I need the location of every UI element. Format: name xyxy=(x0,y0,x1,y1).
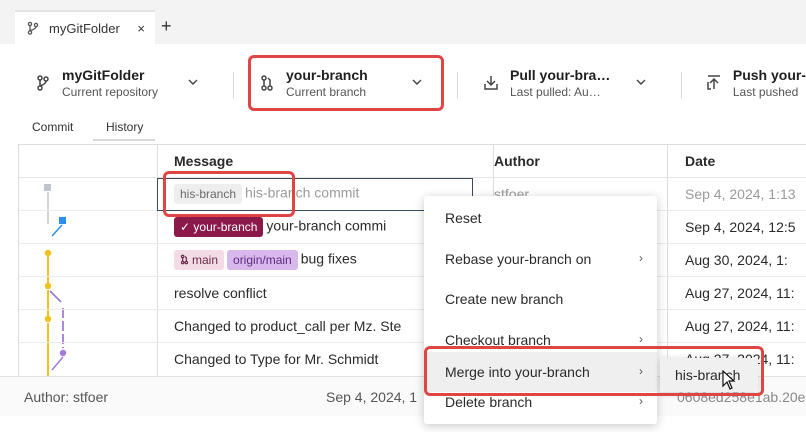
date-cell: Aug 27, 2024, 11: xyxy=(685,285,795,301)
date-cell: Sep 4, 2024, 1:13 xyxy=(685,186,796,202)
tab-history[interactable]: History xyxy=(93,120,155,141)
menu-item-rebase[interactable]: Rebase your-branch on › xyxy=(424,239,657,279)
toolbar-divider xyxy=(681,72,682,98)
commit-message: bug fixes xyxy=(300,250,357,267)
toolbar-divider xyxy=(457,72,458,98)
chevron-right-icon: › xyxy=(639,251,643,265)
merge-highlight xyxy=(424,346,764,396)
push-title: Push your- xyxy=(732,67,806,83)
chevron-down-icon xyxy=(636,74,646,89)
commit-message: Changed to Type for Mr. Schmidt xyxy=(174,351,379,367)
column-header-message[interactable]: Message xyxy=(174,153,233,169)
menu-item-create-branch[interactable]: Create new branch xyxy=(424,279,657,319)
toolbar: myGitFolder Current repository your-bran… xyxy=(0,44,806,118)
menu-item-reset[interactable]: Reset xyxy=(424,198,657,238)
table-header: Message Author Date xyxy=(19,145,806,178)
column-header-author[interactable]: Author xyxy=(494,153,540,169)
tag-main[interactable]: main xyxy=(174,250,225,270)
tab-commit[interactable]: Commit xyxy=(32,120,73,134)
bottom-strip xyxy=(0,416,806,432)
date-cell: Sep 4, 2024, 12:5 xyxy=(685,219,796,235)
commit-message: your-branch commi xyxy=(266,217,387,234)
commit-date: Sep 4, 2024, 1 xyxy=(326,389,418,405)
git-branch-icon xyxy=(34,73,52,93)
close-icon[interactable]: × xyxy=(137,21,145,36)
toolbar-divider xyxy=(233,72,234,98)
tag-main-label: main xyxy=(192,253,219,267)
git-branch-icon xyxy=(27,21,41,35)
chevron-right-icon: › xyxy=(639,394,643,408)
commit-message: resolve conflict xyxy=(174,285,267,301)
table-row[interactable]: ✓ your-branch your-branch commi Sep 4, 20… xyxy=(19,211,806,244)
table-row[interactable]: his-branch his-branch commit stfoer Sep 4… xyxy=(19,178,806,211)
table-row[interactable]: resolve conflict Aug 27, 2024, 11: xyxy=(19,277,806,310)
tab-mygitfolder[interactable]: myGitFolder × xyxy=(15,10,155,44)
pull-title: Pull your-bra… xyxy=(510,67,611,83)
tag-origin-main[interactable]: origin/main xyxy=(227,250,298,270)
chevron-right-icon: › xyxy=(639,332,643,346)
push-icon xyxy=(706,73,723,93)
chevron-down-icon xyxy=(188,74,198,89)
commit-author: Author: stfoer xyxy=(24,389,109,405)
pull-icon xyxy=(482,73,500,93)
message-cell: ✓ your-branch your-branch commi xyxy=(174,217,386,237)
push-button[interactable]: Push your- Last pushed xyxy=(706,58,806,108)
push-caption: Last pushed xyxy=(732,85,799,99)
new-tab-button[interactable]: + xyxy=(161,17,172,35)
repository-caption: Current repository xyxy=(62,85,159,99)
menu-item-label: Delete branch xyxy=(445,394,533,410)
pull-button[interactable]: Pull your-bra… Last pulled: Au… xyxy=(482,58,657,108)
branch-selector-highlight xyxy=(248,55,444,111)
view-tabs: Commit History xyxy=(0,118,806,144)
tag-your-branch[interactable]: ✓ your-branch xyxy=(174,217,264,237)
tab-strip: myGitFolder × + xyxy=(0,0,806,44)
menu-item-label: Reset xyxy=(445,210,482,226)
column-header-date[interactable]: Date xyxy=(685,153,715,169)
repository-name: myGitFolder xyxy=(62,67,145,83)
table-row[interactable]: main origin/main bug fixes Aug 30, 2024, … xyxy=(19,244,806,277)
his-branch-highlight xyxy=(163,171,295,217)
commit-message: Changed to product_call per Mz. Ste xyxy=(174,318,402,334)
message-cell: main origin/main bug fixes xyxy=(174,250,357,270)
history-table: Message Author Date his-branch his-branch… xyxy=(18,144,806,377)
menu-item-label: Rebase your-branch on xyxy=(445,251,592,267)
repository-selector[interactable]: myGitFolder Current repository xyxy=(34,58,224,108)
date-cell: Aug 30, 2024, 1: xyxy=(685,252,788,268)
mouse-pointer-icon xyxy=(722,370,736,390)
date-cell: Aug 27, 2024, 11: xyxy=(685,318,795,334)
table-row[interactable]: Changed to product_call per Mz. Ste Aug … xyxy=(19,310,806,343)
git-branch-icon xyxy=(180,254,189,265)
tab-title: myGitFolder xyxy=(49,20,120,36)
menu-item-label: Create new branch xyxy=(445,291,564,307)
pull-caption: Last pulled: Au… xyxy=(510,85,601,99)
